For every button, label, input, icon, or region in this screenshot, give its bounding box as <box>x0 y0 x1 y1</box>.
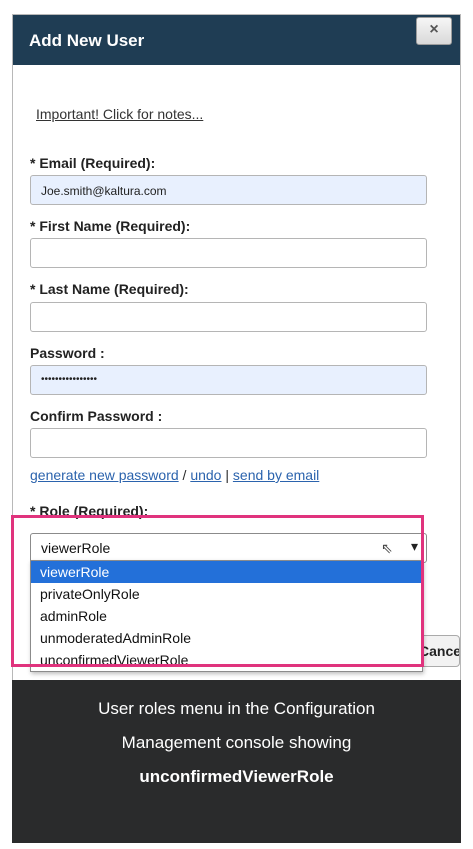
password-links: generate new password / undo | send by e… <box>30 467 319 483</box>
last-name-label: * Last Name (Required): <box>30 281 189 297</box>
role-dropdown-list: viewerRole privateOnlyRole adminRole unm… <box>30 560 423 672</box>
role-option-adminRole[interactable]: adminRole <box>31 605 422 627</box>
email-label: * Email (Required): <box>30 155 156 171</box>
caption-line-1: User roles menu in the Configuration <box>98 699 375 718</box>
close-icon: × <box>429 21 439 38</box>
first-name-field[interactable] <box>30 238 427 268</box>
chevron-down-icon: ▾ <box>410 538 418 554</box>
caption-line-2: Management console showing <box>121 733 352 752</box>
last-name-field[interactable] <box>30 302 427 332</box>
notes-link[interactable]: Important! Click for notes... <box>36 106 203 122</box>
link-separator: | <box>221 467 233 483</box>
close-button[interactable]: × <box>416 17 452 45</box>
first-name-label: * First Name (Required): <box>30 218 191 234</box>
role-option-viewerRole[interactable]: viewerRole <box>31 561 422 583</box>
generate-password-link[interactable]: generate new password <box>30 467 179 483</box>
send-by-email-link[interactable]: send by email <box>233 467 319 483</box>
password-label: Password : <box>30 345 105 361</box>
undo-link[interactable]: undo <box>190 467 221 483</box>
confirm-password-label: Confirm Password : <box>30 408 163 424</box>
dialog-titlebar: Add New User × <box>13 15 460 65</box>
role-select[interactable]: viewerRole ⇖ ▾ <box>30 533 427 563</box>
role-option-unmoderatedAdminRole[interactable]: unmoderatedAdminRole <box>31 627 422 649</box>
email-field[interactable]: Joe.smith@kaltura.com <box>30 175 427 205</box>
link-separator: / <box>178 467 191 483</box>
mouse-cursor-icon: ⇖ <box>381 540 393 556</box>
role-option-privateOnlyRole[interactable]: privateOnlyRole <box>31 583 422 605</box>
password-field[interactable]: •••••••••••••••• <box>30 365 427 395</box>
role-label: * Role (Required): <box>30 503 149 519</box>
image-caption: User roles menu in the Configuration Man… <box>12 680 461 843</box>
caption-line-3: unconfirmedViewerRole <box>139 767 334 786</box>
dialog-title: Add New User <box>29 31 145 50</box>
role-option-unconfirmedViewerRole[interactable]: unconfirmedViewerRole <box>31 649 422 671</box>
add-user-dialog: Add New User × Important! Click for note… <box>12 14 461 738</box>
confirm-password-field[interactable] <box>30 428 427 458</box>
role-selected-value: viewerRole <box>41 540 111 556</box>
